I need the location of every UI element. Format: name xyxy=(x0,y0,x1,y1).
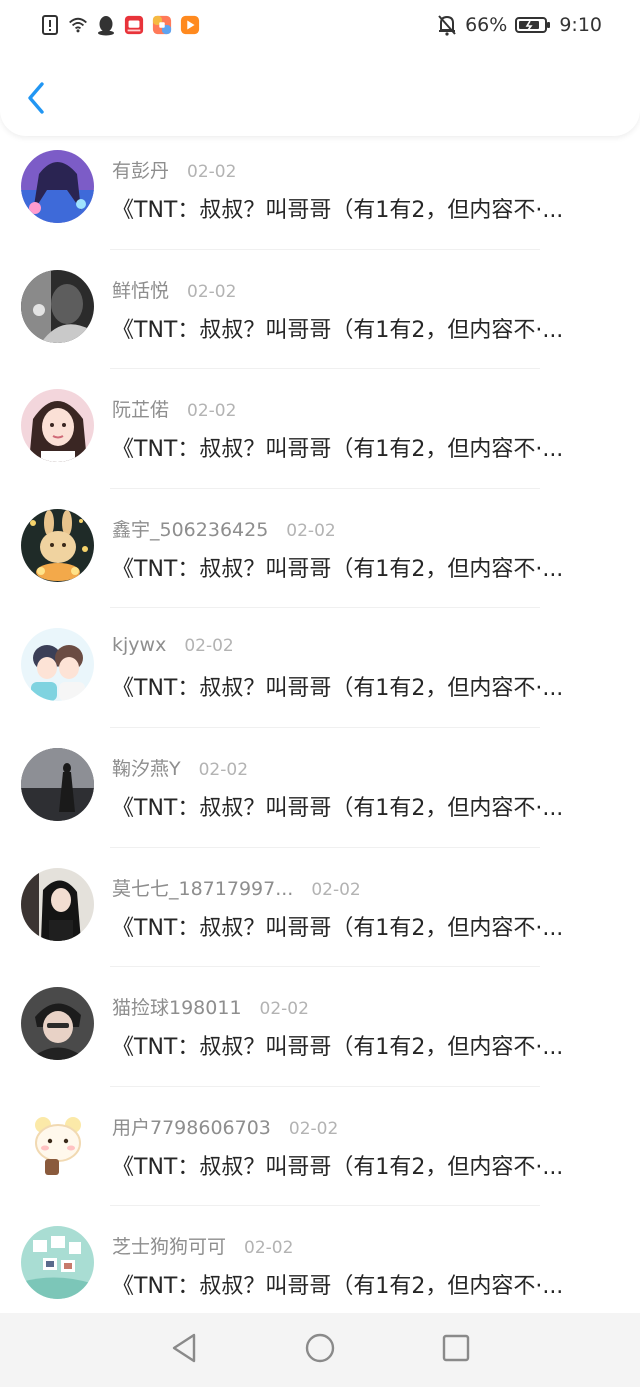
username[interactable]: 芝士狗狗可可 xyxy=(112,1232,226,1259)
avatar[interactable] xyxy=(21,150,94,223)
list-item[interactable]: 莫七七_18717997... 02-02 《TNT：叔叔？叫哥哥（有1有2，但… xyxy=(0,848,640,968)
avatar[interactable] xyxy=(21,389,94,463)
username[interactable]: 阮芷偌 xyxy=(112,395,169,422)
avatar[interactable] xyxy=(21,987,94,1061)
list-item[interactable]: 鞠汐燕Y 02-02 《TNT：叔叔？叫哥哥（有1有2，但内容不·... xyxy=(0,728,640,848)
item-meta: 鞠汐燕Y 02-02 xyxy=(112,754,248,781)
alert-icon xyxy=(40,14,60,36)
nav-recents-button[interactable] xyxy=(438,1332,474,1368)
item-date: 02-02 xyxy=(259,999,309,1020)
avatar[interactable] xyxy=(21,508,94,582)
username[interactable]: 鞠汐燕Y xyxy=(112,754,181,781)
header-bar: 66% 9:10 xyxy=(0,0,640,136)
status-icons-right: 66% 9:10 xyxy=(437,14,602,36)
avatar-dark-girl xyxy=(21,867,94,941)
status-icons-left xyxy=(40,14,200,36)
item-meta: 有彭丹 02-02 xyxy=(112,156,236,183)
battery-icon xyxy=(515,14,551,36)
app-icon-red xyxy=(124,14,144,36)
avatar-mono-portrait xyxy=(21,269,94,343)
nav-home-circle-icon xyxy=(304,1332,336,1368)
item-date: 02-02 xyxy=(184,636,234,657)
list-item[interactable]: 鲜恬悦 02-02 《TNT：叔叔？叫哥哥（有1有2，但内容不·... xyxy=(0,250,640,370)
item-content: 《TNT：叔叔？叫哥哥（有1有2，但内容不·... xyxy=(112,317,564,343)
item-content: 《TNT：叔叔？叫哥哥（有1有2，但内容不·... xyxy=(112,556,564,582)
username[interactable]: kjywx xyxy=(112,634,166,656)
item-content: 《TNT：叔叔？叫哥哥（有1有2，但内容不·... xyxy=(112,437,564,463)
avatar-boy-portrait xyxy=(21,987,94,1061)
list-item[interactable]: 有彭丹 02-02 《TNT：叔叔？叫哥哥（有1有2，但内容不·... xyxy=(0,130,640,250)
list-item[interactable]: 用户7798606703 02-02 《TNT：叔叔？叫哥哥（有1有2，但内容不… xyxy=(0,1087,640,1207)
chevron-left-icon xyxy=(25,81,47,119)
status-bar: 66% 9:10 xyxy=(0,0,640,56)
avatar[interactable] xyxy=(21,628,94,702)
item-content: 《TNT：叔叔？叫哥哥（有1有2，但内容不·... xyxy=(112,676,564,702)
username[interactable]: 用户7798606703 xyxy=(112,1113,271,1140)
nav-back-triangle-icon xyxy=(170,1332,198,1368)
app-icon-orange xyxy=(180,14,200,36)
item-meta: 鲜恬悦 02-02 xyxy=(112,276,236,303)
item-date: 02-02 xyxy=(288,1118,339,1139)
item-date: 02-02 xyxy=(187,281,237,302)
avatar[interactable] xyxy=(21,269,94,343)
avatar[interactable] xyxy=(21,1106,94,1180)
item-content: 《TNT：叔叔？叫哥哥（有1有2，但内容不·... xyxy=(112,1274,564,1300)
item-date: 02-02 xyxy=(187,401,237,422)
item-date: 02-02 xyxy=(198,759,249,780)
nav-recents-square-icon xyxy=(441,1333,471,1367)
username[interactable]: 鲜恬悦 xyxy=(112,276,169,303)
item-meta: 猫捡球198011 02-02 xyxy=(112,993,309,1020)
avatar[interactable] xyxy=(21,1226,94,1300)
item-meta: 莫七七_18717997... 02-02 xyxy=(112,874,361,901)
back-button[interactable] xyxy=(18,80,54,120)
system-nav-bar xyxy=(0,1313,640,1387)
item-date: 02-02 xyxy=(187,162,237,182)
username[interactable]: 猫捡球198011 xyxy=(112,993,242,1020)
item-content: 《TNT：叔叔？叫哥哥（有1有2，但内容不·... xyxy=(112,1035,564,1061)
item-meta: 用户7798606703 02-02 xyxy=(112,1113,338,1140)
clock: 9:10 xyxy=(559,14,602,36)
list-item[interactable]: 阮芷偌 02-02 《TNT：叔叔？叫哥哥（有1有2，但内容不·... xyxy=(0,369,640,489)
avatar-cute-sheep xyxy=(21,1106,94,1180)
list-item[interactable]: 芝士狗狗可可 02-02 《TNT：叔叔？叫哥哥（有1有2，但内容不·... xyxy=(0,1206,640,1326)
username[interactable]: 莫七七_18717997... xyxy=(112,874,293,901)
item-date: 02-02 xyxy=(311,879,361,900)
item-content: 《TNT：叔叔？叫哥哥（有1有2，但内容不·... xyxy=(112,795,564,821)
nav-home-button[interactable] xyxy=(302,1332,338,1368)
list-item[interactable]: 鑫宇_506236425 02-02 《TNT：叔叔？叫哥哥（有1有2，但内容不… xyxy=(0,489,640,609)
mute-bell-icon xyxy=(437,14,457,36)
wifi-icon xyxy=(68,14,88,36)
username[interactable]: 有彭丹 xyxy=(112,156,169,183)
battery-percent: 66% xyxy=(465,14,508,36)
avatar-bunny-figure xyxy=(21,508,94,582)
avatar[interactable] xyxy=(21,747,94,821)
item-date: 02-02 xyxy=(286,520,336,541)
avatar-anime-girl xyxy=(21,150,94,223)
app-icon-colorful xyxy=(152,14,172,36)
nav-back-button[interactable] xyxy=(166,1332,202,1368)
item-content: 《TNT：叔叔？叫哥哥（有1有2，但内容不·... xyxy=(112,915,564,941)
avatar-girl-portrait xyxy=(21,389,94,463)
item-content: 《TNT：叔叔？叫哥哥（有1有2，但内容不·... xyxy=(112,1154,564,1180)
item-content: 《TNT：叔叔？叫哥哥（有1有2，但内容不·... xyxy=(112,198,564,223)
avatar-couple-cartoon xyxy=(21,628,94,702)
item-meta: 阮芷偌 02-02 xyxy=(112,395,236,422)
comment-list: 有彭丹 02-02 《TNT：叔叔？叫哥哥（有1有2，但内容不·... 鲜恬悦 … xyxy=(0,130,640,1326)
avatar-collage xyxy=(21,1226,94,1300)
item-date: 02-02 xyxy=(244,1238,294,1259)
list-item[interactable]: 猫捡球198011 02-02 《TNT：叔叔？叫哥哥（有1有2，但内容不·..… xyxy=(0,967,640,1087)
qq-icon xyxy=(96,14,116,36)
item-meta: 鑫宇_506236425 02-02 xyxy=(112,515,336,542)
list-item[interactable]: kjywx 02-02 《TNT：叔叔？叫哥哥（有1有2，但内容不·... xyxy=(0,608,640,728)
username[interactable]: 鑫宇_506236425 xyxy=(112,515,268,542)
avatar-silhouette-sea xyxy=(21,747,94,821)
item-meta: 芝士狗狗可可 02-02 xyxy=(112,1232,293,1259)
avatar[interactable] xyxy=(21,867,94,941)
item-meta: kjywx 02-02 xyxy=(112,634,234,656)
